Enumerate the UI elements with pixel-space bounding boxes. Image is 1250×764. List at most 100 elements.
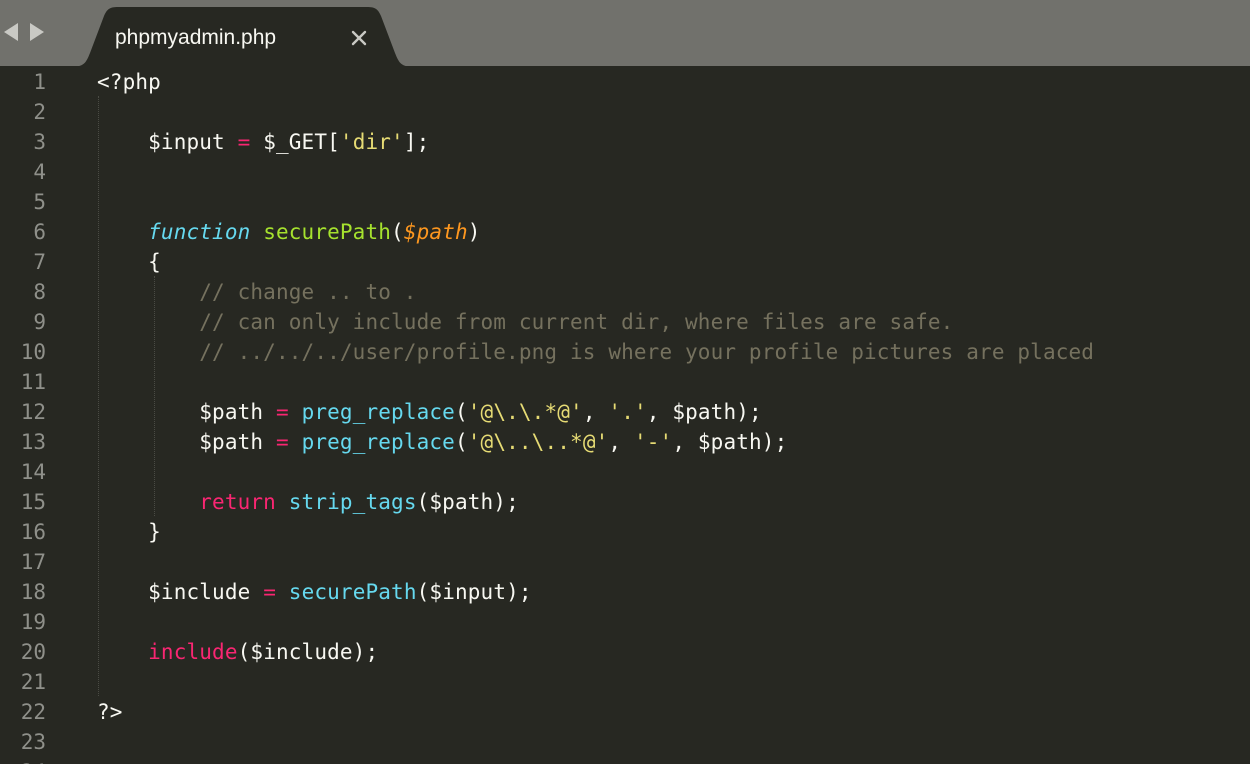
code-token: include <box>148 640 238 664</box>
triangle-right-icon[interactable] <box>28 21 46 43</box>
triangle-left-icon[interactable] <box>2 21 20 43</box>
code-token: } <box>97 520 161 544</box>
code-editor[interactable]: 123456789101112131415161718192021222324 … <box>0 66 1250 764</box>
code-token: ($path); <box>416 490 519 514</box>
line-number: 20 <box>20 640 46 664</box>
line-number: 14 <box>20 460 46 484</box>
code-line: function securePath($path) <box>97 217 481 247</box>
code-token: ) <box>467 220 481 244</box>
code-token: preg_replace <box>301 430 455 454</box>
code-line: $input = $_GET['dir']; <box>97 127 429 157</box>
code-line: // ../../../user/profile.png is where yo… <box>97 337 1094 367</box>
code-token: ]; <box>403 130 430 154</box>
code-token: , $path); <box>646 400 762 424</box>
line-number: 5 <box>33 190 46 214</box>
code-token: ($include); <box>237 640 379 664</box>
line-number: 8 <box>33 280 46 304</box>
code-token: $include <box>97 580 264 604</box>
line-number: 23 <box>20 730 46 754</box>
line-number: 1 <box>33 70 46 94</box>
code-token: = <box>275 430 289 454</box>
code-token: securePath <box>263 220 392 244</box>
line-number-gutter: 123456789101112131415161718192021222324 <box>0 66 60 764</box>
code-token: '-' <box>633 430 673 454</box>
line-number: 16 <box>20 520 46 544</box>
code-token: , <box>582 400 609 424</box>
code-line: { <box>97 247 161 277</box>
line-number: 12 <box>20 400 46 424</box>
code-token: $path <box>97 430 276 454</box>
code-token: '@\..\..*@' <box>467 430 609 454</box>
code-line: // change .. to . <box>97 277 417 307</box>
line-number: 3 <box>33 130 46 154</box>
code-token: $path <box>403 220 468 244</box>
line-number: 24 <box>21 757 46 764</box>
line-number: 17 <box>20 550 46 574</box>
code-line: $include = securePath($input); <box>97 577 532 607</box>
code-token: '.' <box>608 400 647 424</box>
line-number: 2 <box>33 100 46 124</box>
code-token: , <box>608 430 634 454</box>
line-number: 9 <box>33 310 46 334</box>
code-token: ( <box>454 430 468 454</box>
code-line: ?> <box>97 697 123 727</box>
code-token: = <box>263 580 276 604</box>
code-token: ( <box>391 220 404 244</box>
tab-bar: phpmyadmin.php <box>0 0 1250 67</box>
code-line: return strip_tags($path); <box>97 487 519 517</box>
code-token: ( <box>454 400 468 424</box>
line-number: 18 <box>20 580 46 604</box>
code-token: ?> <box>97 700 123 724</box>
code-token: { <box>97 250 161 274</box>
code-token: securePath <box>288 580 417 604</box>
line-number: 15 <box>20 490 46 514</box>
code-line: include($include); <box>97 637 378 667</box>
line-number: 6 <box>33 220 46 244</box>
code-token: = <box>237 130 251 154</box>
line-number: 4 <box>33 160 46 184</box>
code-line: <?php <box>97 67 161 97</box>
line-number: 11 <box>20 370 46 394</box>
code-token: 'dir' <box>339 130 404 154</box>
editor-window: phpmyadmin.php 1 2 3 4 5 6 7 8 9 10 11 12 13 14 15 16 17… <box>0 0 1250 764</box>
line-number: 10 <box>20 340 46 364</box>
code-token: ($input); <box>416 580 532 604</box>
code-token: '@\.\.*@' <box>467 400 583 424</box>
code-token: <?php <box>97 70 161 94</box>
code-token: , $path); <box>672 430 788 454</box>
line-number: 13 <box>20 430 46 454</box>
code-line: $path = preg_replace('@\.\.*@', '.', $pa… <box>97 397 762 427</box>
tab-label: phpmyadmin.php <box>115 26 277 49</box>
code-token: function <box>148 220 251 244</box>
line-number: 7 <box>33 250 46 274</box>
code-token: preg_replace <box>301 400 455 424</box>
code-token: = <box>275 400 289 424</box>
code-token: $input <box>97 130 238 154</box>
close-icon[interactable] <box>350 29 368 47</box>
code-token: strip_tags <box>288 490 417 514</box>
code-line: $path = preg_replace('@\..\..*@', '-', $… <box>97 427 787 457</box>
code-line: // can only include from current dir, wh… <box>97 307 953 337</box>
line-number: 21 <box>20 670 46 694</box>
code-token: // ../../../user/profile.png is where yo… <box>199 340 1095 364</box>
code-token: $path <box>97 400 276 424</box>
code-token: // can only include from current dir, wh… <box>199 310 954 334</box>
line-number: 22 <box>20 700 46 724</box>
code-area[interactable]: <?php $input = $_GET['dir']; function se… <box>97 66 1247 764</box>
code-line: } <box>97 517 161 547</box>
code-token: $_GET[ <box>250 130 340 154</box>
line-number: 19 <box>20 610 46 634</box>
code-token: // change .. to . <box>199 280 417 304</box>
code-token: return <box>199 490 276 514</box>
